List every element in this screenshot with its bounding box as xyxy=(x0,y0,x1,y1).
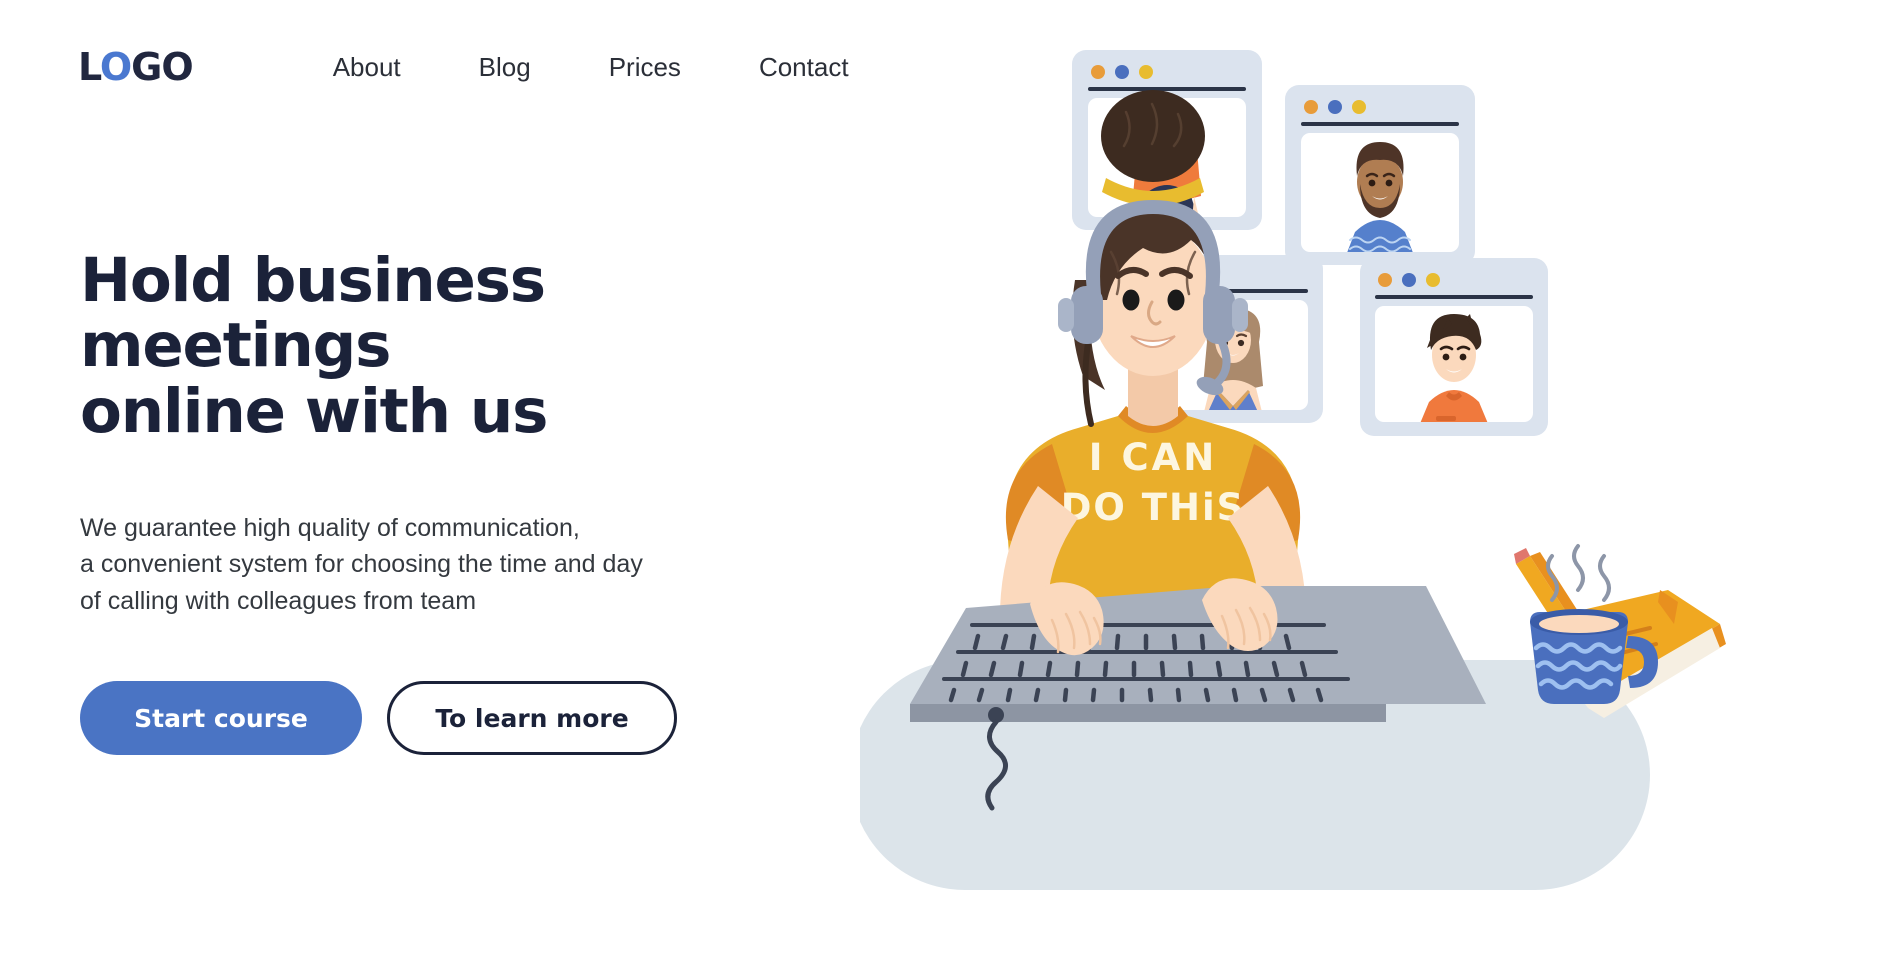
operator-eye-right xyxy=(1167,289,1185,311)
hero-illustration: I CAN DO THiS xyxy=(860,0,1904,980)
headset-earcup-left xyxy=(1071,286,1103,344)
hero-copy-block: Hold business meetings online with us We… xyxy=(80,245,860,756)
logo-letter-1: L xyxy=(78,45,101,89)
nav-item-about[interactable]: About xyxy=(333,52,401,83)
nav-item-prices[interactable]: Prices xyxy=(609,52,681,83)
cta-row: Start course To learn more xyxy=(80,681,860,756)
hero-subtitle: We guarantee high quality of communicati… xyxy=(80,513,643,615)
page-title: Hold business meetings online with us xyxy=(80,245,548,447)
logo-letter-4: O xyxy=(161,45,193,89)
brand-logo[interactable]: LOGO xyxy=(78,45,194,89)
nav-links: About Blog Prices Contact xyxy=(333,52,849,83)
landing-page-hero: LOGO About Blog Prices Contact Hold busi… xyxy=(0,0,1904,980)
to-learn-more-button[interactable]: To learn more xyxy=(387,681,677,756)
operator-eye-left xyxy=(1122,289,1140,311)
mug-steam xyxy=(1546,544,1611,602)
navbar: LOGO About Blog Prices Contact xyxy=(78,48,849,86)
nav-item-contact[interactable]: Contact xyxy=(759,52,849,83)
video-window-4 xyxy=(1360,258,1548,436)
nav-item-blog[interactable]: Blog xyxy=(479,52,531,83)
logo-letter-2: O xyxy=(99,45,132,89)
shirt-text-line1: I CAN xyxy=(1089,436,1217,479)
video-window-2 xyxy=(1285,85,1475,265)
mug-coffee-surface xyxy=(1539,615,1619,633)
logo-letter-3: G xyxy=(131,45,162,89)
shirt-text-line2: DO THiS xyxy=(1061,486,1246,529)
start-course-button[interactable]: Start course xyxy=(80,681,362,756)
